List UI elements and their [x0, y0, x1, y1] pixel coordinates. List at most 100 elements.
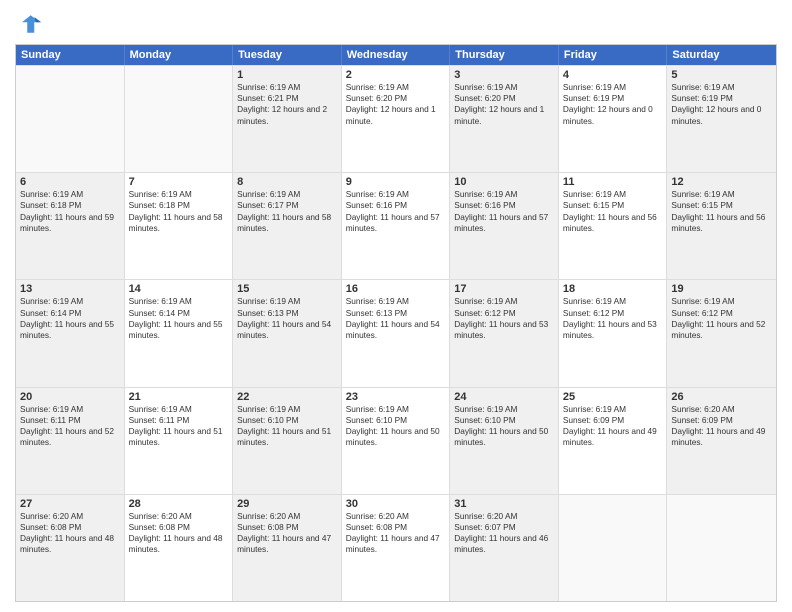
cell-info: Daylight: 12 hours and 1 minute. — [346, 104, 446, 126]
cell-info: Sunset: 6:08 PM — [237, 522, 337, 533]
cell-info: Sunrise: 6:19 AM — [454, 296, 554, 307]
cell-info: Sunset: 6:08 PM — [20, 522, 120, 533]
cell-info: Sunrise: 6:19 AM — [129, 296, 229, 307]
day-number: 30 — [346, 498, 446, 510]
cell-info: Sunset: 6:15 PM — [671, 200, 772, 211]
calendar: SundayMondayTuesdayWednesdayThursdayFrid… — [15, 44, 777, 602]
day-number: 10 — [454, 176, 554, 188]
cell-info: Sunrise: 6:19 AM — [237, 404, 337, 415]
calendar-cell: 11Sunrise: 6:19 AMSunset: 6:15 PMDayligh… — [559, 173, 668, 279]
cell-info: Sunrise: 6:19 AM — [237, 82, 337, 93]
calendar-cell: 3Sunrise: 6:19 AMSunset: 6:20 PMDaylight… — [450, 66, 559, 172]
calendar-cell: 14Sunrise: 6:19 AMSunset: 6:14 PMDayligh… — [125, 280, 234, 386]
cell-info: Sunset: 6:20 PM — [454, 93, 554, 104]
day-number: 22 — [237, 391, 337, 403]
day-number: 27 — [20, 498, 120, 510]
day-number: 6 — [20, 176, 120, 188]
cell-info: Daylight: 11 hours and 51 minutes. — [237, 426, 337, 448]
cell-info: Daylight: 11 hours and 54 minutes. — [237, 319, 337, 341]
cell-info: Sunset: 6:12 PM — [563, 308, 663, 319]
calendar-cell: 30Sunrise: 6:20 AMSunset: 6:08 PMDayligh… — [342, 495, 451, 601]
weekday-header: Tuesday — [233, 45, 342, 65]
weekday-header: Friday — [559, 45, 668, 65]
day-number: 29 — [237, 498, 337, 510]
cell-info: Daylight: 11 hours and 58 minutes. — [129, 212, 229, 234]
calendar-cell: 17Sunrise: 6:19 AMSunset: 6:12 PMDayligh… — [450, 280, 559, 386]
cell-info: Daylight: 11 hours and 59 minutes. — [20, 212, 120, 234]
calendar-cell: 19Sunrise: 6:19 AMSunset: 6:12 PMDayligh… — [667, 280, 776, 386]
logo — [15, 10, 47, 38]
calendar-cell: 6Sunrise: 6:19 AMSunset: 6:18 PMDaylight… — [16, 173, 125, 279]
calendar-week-row: 20Sunrise: 6:19 AMSunset: 6:11 PMDayligh… — [16, 387, 776, 494]
calendar-cell: 5Sunrise: 6:19 AMSunset: 6:19 PMDaylight… — [667, 66, 776, 172]
calendar-cell: 15Sunrise: 6:19 AMSunset: 6:13 PMDayligh… — [233, 280, 342, 386]
calendar-cell: 10Sunrise: 6:19 AMSunset: 6:16 PMDayligh… — [450, 173, 559, 279]
cell-info: Sunset: 6:16 PM — [346, 200, 446, 211]
calendar-cell: 21Sunrise: 6:19 AMSunset: 6:11 PMDayligh… — [125, 388, 234, 494]
calendar-body: 1Sunrise: 6:19 AMSunset: 6:21 PMDaylight… — [16, 65, 776, 601]
cell-info: Daylight: 11 hours and 48 minutes. — [20, 533, 120, 555]
cell-info: Sunset: 6:08 PM — [346, 522, 446, 533]
calendar-week-row: 27Sunrise: 6:20 AMSunset: 6:08 PMDayligh… — [16, 494, 776, 601]
weekday-header: Thursday — [450, 45, 559, 65]
day-number: 1 — [237, 69, 337, 81]
calendar-cell: 26Sunrise: 6:20 AMSunset: 6:09 PMDayligh… — [667, 388, 776, 494]
cell-info: Sunrise: 6:19 AM — [563, 404, 663, 415]
cell-info: Sunset: 6:19 PM — [671, 93, 772, 104]
cell-info: Sunset: 6:15 PM — [563, 200, 663, 211]
cell-info: Sunrise: 6:19 AM — [346, 189, 446, 200]
calendar-cell: 4Sunrise: 6:19 AMSunset: 6:19 PMDaylight… — [559, 66, 668, 172]
cell-info: Daylight: 11 hours and 52 minutes. — [20, 426, 120, 448]
calendar-cell: 25Sunrise: 6:19 AMSunset: 6:09 PMDayligh… — [559, 388, 668, 494]
calendar-cell: 20Sunrise: 6:19 AMSunset: 6:11 PMDayligh… — [16, 388, 125, 494]
day-number: 21 — [129, 391, 229, 403]
cell-info: Sunrise: 6:19 AM — [671, 189, 772, 200]
calendar-cell: 24Sunrise: 6:19 AMSunset: 6:10 PMDayligh… — [450, 388, 559, 494]
day-number: 12 — [671, 176, 772, 188]
cell-info: Sunrise: 6:19 AM — [454, 404, 554, 415]
calendar-cell: 13Sunrise: 6:19 AMSunset: 6:14 PMDayligh… — [16, 280, 125, 386]
calendar-cell: 27Sunrise: 6:20 AMSunset: 6:08 PMDayligh… — [16, 495, 125, 601]
calendar-cell: 28Sunrise: 6:20 AMSunset: 6:08 PMDayligh… — [125, 495, 234, 601]
calendar-cell: 7Sunrise: 6:19 AMSunset: 6:18 PMDaylight… — [125, 173, 234, 279]
cell-info: Daylight: 12 hours and 0 minutes. — [671, 104, 772, 126]
calendar-cell: 9Sunrise: 6:19 AMSunset: 6:16 PMDaylight… — [342, 173, 451, 279]
cell-info: Sunset: 6:18 PM — [20, 200, 120, 211]
cell-info: Sunrise: 6:19 AM — [129, 189, 229, 200]
day-number: 8 — [237, 176, 337, 188]
cell-info: Sunset: 6:12 PM — [671, 308, 772, 319]
page: SundayMondayTuesdayWednesdayThursdayFrid… — [0, 0, 792, 612]
weekday-header: Wednesday — [342, 45, 451, 65]
cell-info: Daylight: 12 hours and 1 minute. — [454, 104, 554, 126]
weekday-header: Monday — [125, 45, 234, 65]
cell-info: Daylight: 11 hours and 53 minutes. — [454, 319, 554, 341]
cell-info: Sunset: 6:14 PM — [20, 308, 120, 319]
cell-info: Sunset: 6:21 PM — [237, 93, 337, 104]
cell-info: Daylight: 11 hours and 53 minutes. — [563, 319, 663, 341]
calendar-week-row: 1Sunrise: 6:19 AMSunset: 6:21 PM Daylight… — [16, 65, 776, 172]
cell-info: Sunset: 6:09 PM — [563, 415, 663, 426]
calendar-cell: 2Sunrise: 6:19 AMSunset: 6:20 PMDaylight… — [342, 66, 451, 172]
weekday-header: Sunday — [16, 45, 125, 65]
calendar-week-row: 13Sunrise: 6:19 AMSunset: 6:14 PMDayligh… — [16, 279, 776, 386]
cell-info: Sunrise: 6:20 AM — [671, 404, 772, 415]
calendar-cell — [667, 495, 776, 601]
cell-info: Sunset: 6:12 PM — [454, 308, 554, 319]
day-number: 7 — [129, 176, 229, 188]
calendar-cell — [125, 66, 234, 172]
cell-info: Sunrise: 6:19 AM — [20, 404, 120, 415]
cell-info: Sunrise: 6:19 AM — [563, 296, 663, 307]
calendar-cell: 31Sunrise: 6:20 AMSunset: 6:07 PMDayligh… — [450, 495, 559, 601]
cell-info: Daylight: 12 hours and 0 minutes. — [563, 104, 663, 126]
day-number: 25 — [563, 391, 663, 403]
cell-info: Sunset: 6:10 PM — [237, 415, 337, 426]
calendar-header: SundayMondayTuesdayWednesdayThursdayFrid… — [16, 45, 776, 65]
calendar-cell: 18Sunrise: 6:19 AMSunset: 6:12 PMDayligh… — [559, 280, 668, 386]
calendar-cell — [559, 495, 668, 601]
cell-info: Daylight: 11 hours and 49 minutes. — [563, 426, 663, 448]
logo-icon — [15, 10, 43, 38]
cell-info: Daylight: 11 hours and 50 minutes. — [346, 426, 446, 448]
cell-info: Daylight: 11 hours and 57 minutes. — [346, 212, 446, 234]
calendar-cell: 1Sunrise: 6:19 AMSunset: 6:21 PMDaylight… — [233, 66, 342, 172]
calendar-cell: 22Sunrise: 6:19 AMSunset: 6:10 PMDayligh… — [233, 388, 342, 494]
